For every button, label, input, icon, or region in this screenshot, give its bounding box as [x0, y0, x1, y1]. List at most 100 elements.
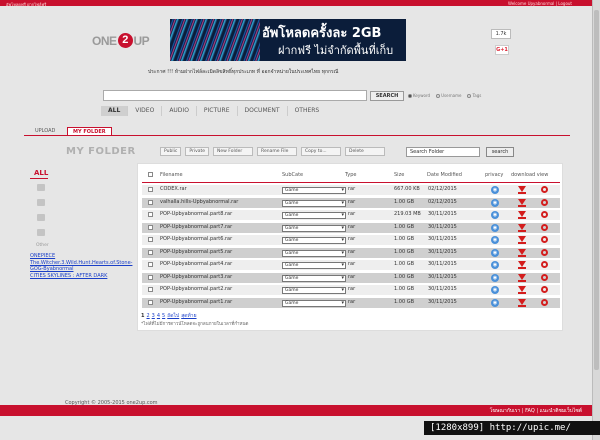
privacy-globe-icon[interactable]: ◉ — [491, 198, 499, 207]
footer-links[interactable]: โฆษณากับเรา | FAQ | แนะนำติชมเว็บไซต์ — [490, 407, 582, 415]
table-row[interactable]: POP-Upbyabnormal.part6.rar Gamerar 1.00 GB… — [142, 235, 560, 245]
col-date[interactable]: Date Modified — [427, 172, 462, 178]
folder-link[interactable]: CITIES SKYLINES : AFTER DARK — [30, 273, 132, 280]
row-checkbox[interactable] — [148, 237, 153, 242]
video-icon[interactable] — [37, 184, 45, 191]
view-magnifier-icon[interactable] — [541, 298, 548, 306]
table-row[interactable]: CODEX.rar Gamerar 667.00 KB 02/12/2015 ◉ — [142, 185, 560, 195]
privacy-globe-icon[interactable]: ◉ — [491, 261, 499, 269]
page-link[interactable]: 3 — [152, 313, 155, 319]
scrollbar-thumb[interactable] — [594, 10, 599, 370]
radio-tags[interactable]: Tags — [467, 93, 481, 98]
view-magnifier-icon[interactable] — [541, 211, 548, 218]
col-type[interactable]: Type — [345, 172, 356, 178]
view-magnifier-icon[interactable] — [541, 248, 548, 256]
col-filename[interactable]: Filename — [160, 172, 183, 178]
row-checkbox[interactable] — [148, 299, 153, 305]
view-magnifier-icon[interactable] — [541, 223, 548, 231]
sidebar-other[interactable]: Other — [36, 243, 49, 248]
ad-banner[interactable]: อัพโหลดครั้งละ 2GB ฝากฟรี ไม่จำกัดพื้นที… — [170, 19, 406, 61]
audio-icon[interactable] — [37, 199, 45, 206]
table-row[interactable]: POP-Upbyabnormal.part5.rar Gamerar 1.00 GB… — [142, 247, 560, 258]
picture-icon[interactable] — [37, 214, 45, 221]
search-button[interactable]: SEARCH — [370, 91, 404, 101]
table-row[interactable]: POP-Upbyabnormal.part1.rar Gamerar 1.00 GB… — [142, 297, 560, 308]
row-checkbox[interactable] — [148, 249, 153, 255]
category-picture[interactable]: PICTURE — [197, 106, 238, 116]
row-checkbox[interactable] — [148, 187, 153, 192]
folder-search-input[interactable]: Search Folder — [406, 147, 480, 157]
view-magnifier-icon[interactable] — [541, 286, 548, 293]
privacy-globe-icon[interactable]: ◉ — [491, 236, 499, 244]
page-link[interactable]: 2 — [146, 313, 149, 319]
view-magnifier-icon[interactable] — [541, 198, 548, 206]
row-filename[interactable]: POP-Upbyabnormal.part1.rar — [160, 298, 232, 307]
sidebar-all[interactable]: ALL — [34, 169, 48, 177]
privacy-globe-icon[interactable]: ◉ — [491, 273, 499, 282]
table-row[interactable]: POP-Upbyabnormal.part7.rar Gamerar 1.00 GB… — [142, 222, 560, 233]
row-subcate-select[interactable]: Game — [282, 237, 346, 244]
row-checkbox[interactable] — [148, 212, 153, 217]
folder-search-button[interactable]: search — [486, 147, 514, 157]
row-subcate-select[interactable]: Game — [282, 299, 346, 307]
page-link[interactable]: 5 — [162, 313, 165, 319]
select-all-checkbox[interactable] — [148, 172, 153, 177]
row-checkbox[interactable] — [148, 262, 153, 267]
page-link[interactable]: 4 — [157, 313, 160, 319]
radio-keyword[interactable]: Keyword — [408, 93, 430, 98]
page-link[interactable]: 1 — [141, 313, 144, 319]
category-document[interactable]: DOCUMENT — [238, 106, 288, 116]
row-checkbox[interactable] — [148, 287, 153, 292]
view-magnifier-icon[interactable] — [541, 273, 548, 281]
privacy-globe-icon[interactable]: ◉ — [491, 298, 499, 307]
document-icon[interactable] — [37, 229, 45, 236]
row-checkbox[interactable] — [148, 199, 153, 205]
row-filename[interactable]: POP-Upbyabnormal.part8.rar — [160, 210, 232, 219]
gplus-button[interactable]: G+1 — [495, 45, 509, 55]
next-page-link[interactable]: ถัดไป — [167, 313, 179, 319]
rename-file-button[interactable]: Rename File — [257, 147, 298, 156]
row-checkbox[interactable] — [148, 224, 153, 230]
privacy-globe-icon[interactable]: ◉ — [491, 186, 499, 194]
view-magnifier-icon[interactable] — [541, 186, 548, 193]
row-subcate-select[interactable]: Game — [282, 274, 346, 282]
category-others[interactable]: OTHERS — [288, 106, 327, 116]
col-size[interactable]: Size — [394, 172, 404, 178]
new-folder-button[interactable]: New Folder — [213, 147, 254, 156]
site-logo[interactable]: ONE 2 UP — [92, 33, 150, 48]
radio-username[interactable]: Username — [436, 93, 461, 98]
row-subcate-select[interactable]: Game — [282, 212, 346, 219]
private-button[interactable]: Private — [185, 147, 210, 156]
last-page-link[interactable]: สุดท้าย — [181, 313, 196, 319]
top-bar-user-links[interactable]: Welcome Upyabnormal | Logout — [508, 1, 572, 6]
row-filename[interactable]: CODEX.rar — [160, 185, 187, 194]
copy-to-button[interactable]: Copy to... — [301, 147, 342, 156]
table-row[interactable]: POP-Upbyabnormal.part2.rar Gamerar 1.00 GB… — [142, 285, 560, 295]
row-subcate-select[interactable]: Game — [282, 187, 346, 194]
privacy-globe-icon[interactable]: ◉ — [491, 248, 499, 257]
row-filename[interactable]: valhalla.hills-Upbyabnormal.rar — [160, 198, 238, 207]
category-audio[interactable]: AUDIO — [162, 106, 197, 116]
row-filename[interactable]: POP-Upbyabnormal.part2.rar — [160, 285, 232, 294]
public-button[interactable]: Public — [160, 147, 182, 156]
like-count-box[interactable]: 1.7k — [491, 29, 511, 39]
delete-button[interactable]: Delete — [345, 147, 386, 156]
row-subcate-select[interactable]: Game — [282, 262, 346, 269]
privacy-globe-icon[interactable]: ◉ — [491, 211, 499, 219]
category-all[interactable]: ALL — [101, 106, 129, 116]
vertical-scrollbar[interactable] — [592, 0, 600, 440]
row-subcate-select[interactable]: Game — [282, 224, 346, 232]
row-subcate-select[interactable]: Game — [282, 199, 346, 207]
table-row[interactable]: POP-Upbyabnormal.part8.rar Gamerar 219.03 … — [142, 210, 560, 220]
row-filename[interactable]: POP-Upbyabnormal.part7.rar — [160, 223, 232, 232]
col-subcate[interactable]: SubCate — [282, 172, 303, 178]
category-video[interactable]: VIDEO — [128, 106, 163, 116]
row-filename[interactable]: POP-Upbyabnormal.part4.rar — [160, 260, 232, 269]
row-filename[interactable]: POP-Upbyabnormal.part3.rar — [160, 273, 232, 282]
table-row[interactable]: valhalla.hills-Upbyabnormal.rar Gamerar 1.… — [142, 197, 560, 208]
row-checkbox[interactable] — [148, 274, 153, 280]
view-magnifier-icon[interactable] — [541, 236, 548, 243]
view-magnifier-icon[interactable] — [541, 261, 548, 268]
table-row[interactable]: POP-Upbyabnormal.part3.rar Gamerar 1.00 GB… — [142, 272, 560, 283]
privacy-globe-icon[interactable]: ◉ — [491, 286, 499, 294]
